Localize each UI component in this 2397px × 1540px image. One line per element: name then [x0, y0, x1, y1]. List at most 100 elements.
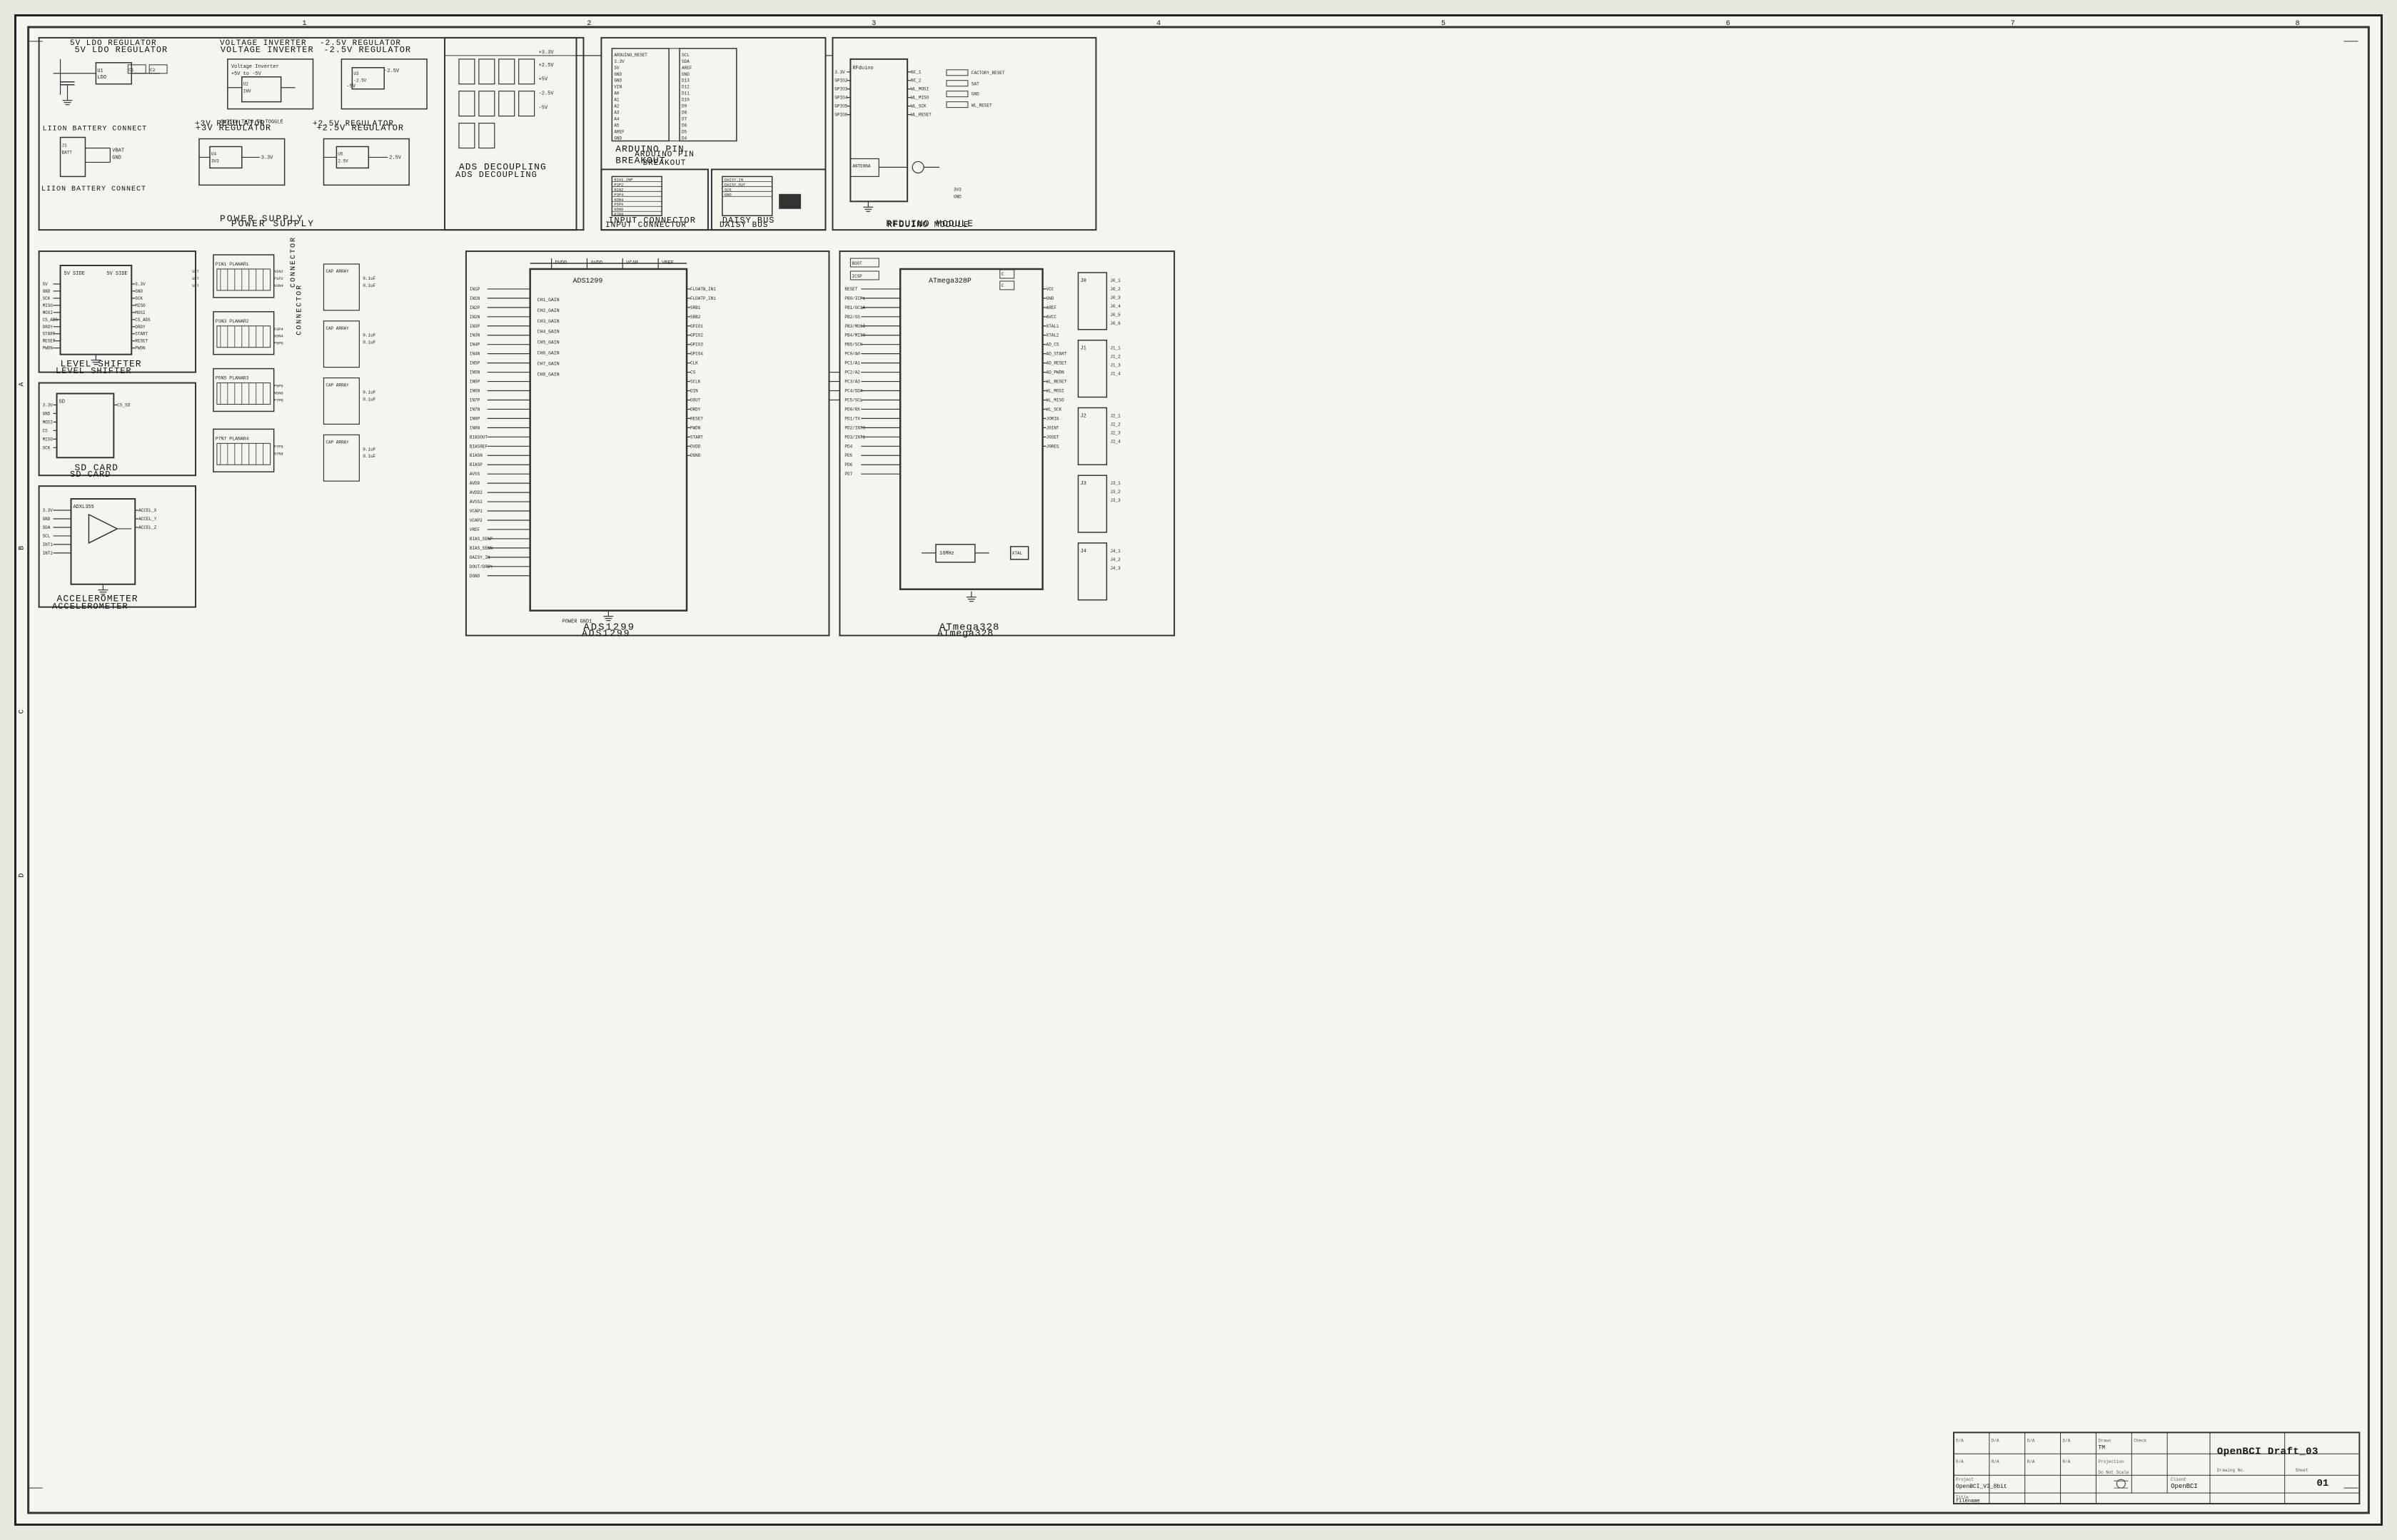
svg-text:SAT: SAT: [972, 82, 979, 87]
svg-text:CH8_GAIN: CH8_GAIN: [538, 373, 560, 378]
svg-text:DIN: DIN: [690, 389, 698, 394]
svg-text:J0_3: J0_3: [1110, 295, 1121, 300]
svg-text:8: 8: [2296, 19, 2300, 27]
svg-text:+2.5V: +2.5V: [539, 63, 555, 69]
svg-text:START: START: [690, 435, 703, 440]
svg-text:DGND: DGND: [690, 453, 701, 458]
svg-text:AVDD2: AVDD2: [470, 490, 483, 495]
svg-text:JORIG: JORIG: [1046, 416, 1059, 421]
svg-text:GPIO3: GPIO3: [690, 343, 703, 348]
svg-text:CS_ADS: CS_ADS: [43, 318, 59, 323]
svg-text:J2: J2: [1080, 413, 1086, 419]
svg-text:NC_2: NC_2: [911, 78, 922, 83]
svg-text:D5: D5: [682, 130, 687, 135]
svg-text:C2: C2: [150, 68, 156, 73]
svg-text:J4_3: J4_3: [1110, 566, 1121, 571]
svg-text:A3: A3: [614, 111, 620, 116]
sd-card-label: SD CARD: [70, 470, 111, 480]
svg-text:ACCEL_Y: ACCEL_Y: [138, 517, 156, 522]
svg-text:J1: J1: [1080, 346, 1086, 352]
svg-text:P5P6: P5P6: [274, 341, 283, 346]
svg-text:N1N2: N1N2: [274, 269, 283, 274]
svg-text:-5V: -5V: [539, 106, 548, 111]
svg-text:2.5V: 2.5V: [389, 155, 402, 161]
svg-text:D9: D9: [682, 104, 687, 109]
svg-text:DAISY_OUT: DAISY_OUT: [725, 182, 746, 187]
svg-text:3V3: 3V3: [954, 187, 962, 192]
plus3v-label: +3V REGULATOR: [195, 120, 266, 128]
svg-text:Check: Check: [2134, 1438, 2146, 1443]
svg-text:J3_2: J3_2: [1110, 490, 1121, 495]
svg-text:PB4/MISO: PB4/MISO: [844, 333, 865, 338]
svg-text:SCK: SCK: [135, 296, 143, 301]
svg-text:C1: C1: [128, 68, 134, 73]
svg-text:+5V to -5V: +5V to -5V: [231, 71, 262, 77]
svg-text:Client: Client: [2171, 1477, 2186, 1482]
svg-text:U5: U5: [338, 151, 343, 156]
5v-ldo-label: 5V LDO REGULATOR: [70, 39, 157, 48]
svg-text:AREF: AREF: [682, 66, 692, 71]
svg-text:16MHz: 16MHz: [939, 551, 954, 557]
svg-text:J1: J1: [62, 143, 68, 148]
svg-text:P1P2: P1P2: [274, 276, 283, 281]
svg-text:GPIO4: GPIO4: [834, 96, 847, 101]
svg-text:VCC: VCC: [1046, 287, 1054, 292]
svg-text:BOOT: BOOT: [852, 261, 862, 266]
svg-text:Drawing No.: Drawing No.: [2217, 1468, 2245, 1473]
ads-decoupling-label: ADS DECOUPLING: [455, 170, 538, 180]
svg-text:R/A: R/A: [2027, 1459, 2035, 1464]
svg-text:J4_1: J4_1: [1110, 549, 1121, 554]
svg-text:BATT: BATT: [62, 150, 73, 155]
svg-text:CAP ARRAY: CAP ARRAY: [326, 326, 349, 331]
svg-text:D10: D10: [682, 98, 690, 103]
svg-text:U3: U3: [353, 71, 359, 76]
svg-text:P3P4: P3P4: [274, 327, 283, 332]
svg-text:J2_2: J2_2: [1110, 422, 1121, 427]
svg-text:RFduino: RFduino: [852, 66, 873, 71]
svg-text:J0RES: J0RES: [1046, 444, 1059, 449]
svg-text:P5N5 PLANAR3: P5N5 PLANAR3: [216, 376, 249, 381]
svg-text:PD3/INT1: PD3/INT1: [844, 435, 865, 440]
svg-text:D/A: D/A: [2063, 1438, 2071, 1443]
svg-text:MISO: MISO: [43, 437, 54, 442]
svg-text:PD2/INT0: PD2/INT0: [844, 425, 865, 430]
svg-text:ACCEL_X: ACCEL_X: [138, 508, 156, 513]
svg-text:P5P6: P5P6: [274, 384, 283, 389]
svg-text:ARDUINO_RESET: ARDUINO_RESET: [614, 53, 647, 58]
svg-text:0.1uF: 0.1uF: [363, 454, 375, 459]
svg-text:01: 01: [2317, 1478, 2329, 1489]
svg-text:D11: D11: [682, 91, 690, 96]
svg-text:GPIO2: GPIO2: [690, 333, 703, 338]
svg-text:VREF: VREF: [470, 527, 480, 532]
svg-text:Do Not Scale: Do Not Scale: [2098, 1470, 2129, 1475]
svg-text:IN7N: IN7N: [470, 407, 480, 412]
svg-text:GPIO5: GPIO5: [834, 104, 847, 109]
svg-text:N3N4: N3N4: [614, 197, 623, 202]
svg-text:R/A: R/A: [2063, 1459, 2071, 1464]
minus25v-label: -2.5V REGULATOR: [320, 39, 401, 48]
svg-text:J0_2: J0_2: [1110, 287, 1121, 292]
svg-text:A: A: [18, 383, 26, 387]
svg-text:WL_SCK: WL_SCK: [1046, 407, 1062, 412]
connector-label: CONNECTOR: [290, 145, 298, 288]
svg-text:SDA: SDA: [682, 59, 690, 64]
svg-text:IN4P: IN4P: [470, 343, 480, 348]
svg-text:SD: SD: [59, 399, 65, 405]
svg-text:P5P6: P5P6: [614, 202, 623, 207]
svg-text:3V3: 3V3: [211, 158, 219, 163]
svg-text:INV: INV: [243, 89, 251, 94]
svg-text:3.3V: 3.3V: [43, 508, 54, 513]
accelerometer-label: ACCELEROMETER: [52, 602, 128, 612]
svg-text:N3N4: N3N4: [274, 283, 283, 288]
svg-text:CAP ARRAY: CAP ARRAY: [326, 440, 349, 445]
svg-text:5V: 5V: [614, 66, 620, 71]
svg-text:START: START: [43, 332, 56, 337]
svg-text:PWDN: PWDN: [43, 346, 54, 351]
svg-text:DRDY: DRDY: [690, 407, 701, 412]
svg-text:GND: GND: [43, 411, 51, 416]
svg-text:VCAP2: VCAP2: [470, 518, 483, 523]
svg-text:0.1uF: 0.1uF: [363, 447, 375, 452]
svg-text:J0_5: J0_5: [1110, 313, 1121, 318]
svg-text:PC4/SDA: PC4/SDA: [844, 389, 862, 394]
svg-text:INT2: INT2: [43, 551, 54, 556]
